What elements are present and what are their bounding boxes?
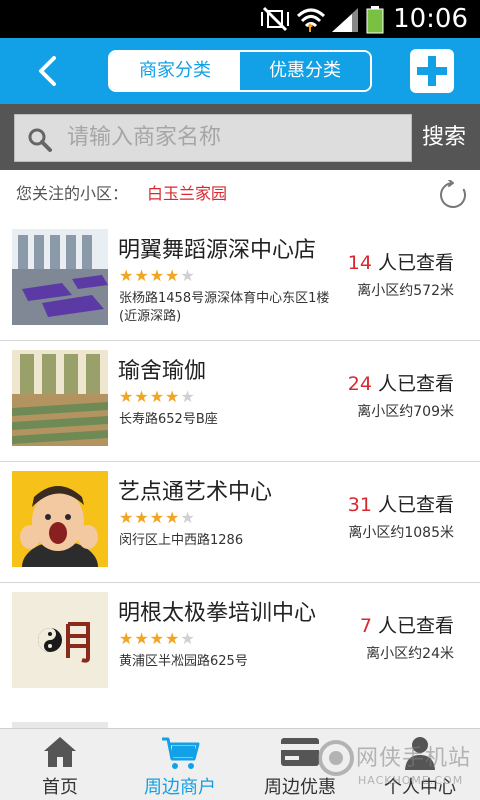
merchant-thumbnail [12, 471, 108, 567]
distance-label: 离小区约24米 [366, 646, 454, 662]
distance-label: 离小区约709米 [357, 404, 454, 420]
back-arrow-icon[interactable] [28, 50, 70, 92]
nav-home-label: 首页 [42, 777, 78, 798]
merchant-thumbnail [12, 229, 108, 325]
search-input[interactable]: 请输入商家名称 [14, 114, 412, 162]
merchant-address: 张杨路1458号源深体育中心东区1楼(近源深路) [119, 291, 330, 324]
merchant-list-item[interactable]: 瑜舍瑜伽 ★★★★★ 长寿路652号B座 24 人已查看 离小区约709米 [0, 341, 480, 462]
tab-discount-category[interactable]: 优惠分类 [240, 52, 370, 90]
merchant-list-item[interactable]: 艺点通艺术中心 ★★★★★ 闵行区上中西路1286 31 人已查看 离小区约10… [0, 462, 480, 583]
view-count: 24 人已查看 [348, 369, 454, 396]
status-time: 10:06 [393, 4, 468, 34]
nav-nearby-discounts-label: 周边优惠 [264, 777, 336, 798]
view-count-suffix: 人已查看 [377, 373, 454, 395]
rating-stars: ★★★★★ [119, 387, 196, 406]
view-count: 14 人已查看 [348, 248, 454, 275]
nav-personal-center[interactable]: 个人中心 [360, 729, 480, 800]
battery-icon [366, 6, 384, 34]
merchant-list-item-partial[interactable] [0, 700, 480, 730]
view-count-number: 14 [347, 252, 372, 274]
signal-icon [332, 8, 358, 32]
nav-nearby-merchants[interactable]: 周边商户 [120, 729, 240, 800]
merchant-thumbnail [12, 350, 108, 446]
refresh-icon[interactable] [438, 180, 468, 210]
search-bar: 请输入商家名称 搜索 [0, 104, 480, 170]
nav-personal-center-label: 个人中心 [384, 777, 456, 798]
merchant-name: 瑜舍瑜伽 [118, 359, 207, 384]
status-bar: 10:06 [0, 0, 480, 38]
rating-stars: ★★★★★ [119, 266, 196, 285]
view-count-suffix: 人已查看 [377, 494, 454, 516]
distance-label: 离小区约1085米 [348, 525, 454, 541]
rating-stars: ★★★★★ [119, 629, 196, 648]
merchant-name: 明翼舞蹈源深中心店 [118, 238, 317, 263]
bottom-navigation: 首页 周边商户 周边优惠 个人中心 [0, 728, 480, 800]
nav-nearby-merchants-label: 周边商户 [144, 777, 216, 798]
followed-community-row: 您关注的小区： 白玉兰家园 [0, 170, 480, 220]
view-count-suffix: 人已查看 [377, 252, 454, 274]
card-icon [281, 738, 319, 766]
view-count: 7 人已查看 [360, 611, 454, 638]
community-name[interactable]: 白玉兰家园 [147, 170, 227, 218]
merchant-name: 艺点通艺术中心 [118, 480, 273, 505]
plus-icon [417, 56, 447, 86]
add-button[interactable] [410, 49, 454, 93]
person-icon [405, 737, 435, 770]
merchant-address: 闵行区上中西路1286 [119, 533, 244, 548]
nav-home[interactable]: 首页 [0, 729, 120, 800]
view-count-suffix: 人已查看 [377, 615, 454, 637]
view-count-number: 31 [347, 494, 372, 516]
distance-label: 离小区约572米 [357, 283, 454, 299]
rating-stars: ★★★★★ [119, 508, 196, 527]
home-icon [44, 737, 76, 767]
cart-icon [162, 737, 200, 769]
view-count: 31 人已查看 [348, 490, 454, 517]
search-placeholder: 请输入商家名称 [67, 125, 222, 150]
vibrate-mute-icon [261, 6, 289, 32]
category-segmented-control: 商家分类 优惠分类 [108, 50, 372, 92]
search-icon [28, 128, 52, 152]
merchant-list-item[interactable]: 明翼舞蹈源深中心店 ★★★★★ 张杨路1458号源深体育中心东区1楼(近源深路)… [0, 220, 480, 341]
merchant-address: 黄浦区半凇园路625号 [119, 654, 248, 669]
community-label: 您关注的小区： [16, 184, 129, 203]
view-count-number: 7 [359, 615, 372, 637]
tab-merchant-category[interactable]: 商家分类 [110, 52, 240, 90]
view-count-number: 24 [347, 373, 372, 395]
nav-nearby-discounts[interactable]: 周边优惠 [240, 729, 360, 800]
merchant-name: 明根太极拳培训中心 [118, 601, 317, 626]
search-button[interactable]: 搜索 [414, 114, 474, 162]
merchant-thumbnail [12, 592, 108, 688]
wifi-icon [296, 8, 326, 32]
merchant-address: 长寿路652号B座 [119, 412, 218, 427]
merchant-list-item[interactable]: 明根太极拳培训中心 ★★★★★ 黄浦区半凇园路625号 7 人已查看 离小区约2… [0, 583, 480, 704]
header-bar: 商家分类 优惠分类 [0, 38, 480, 104]
